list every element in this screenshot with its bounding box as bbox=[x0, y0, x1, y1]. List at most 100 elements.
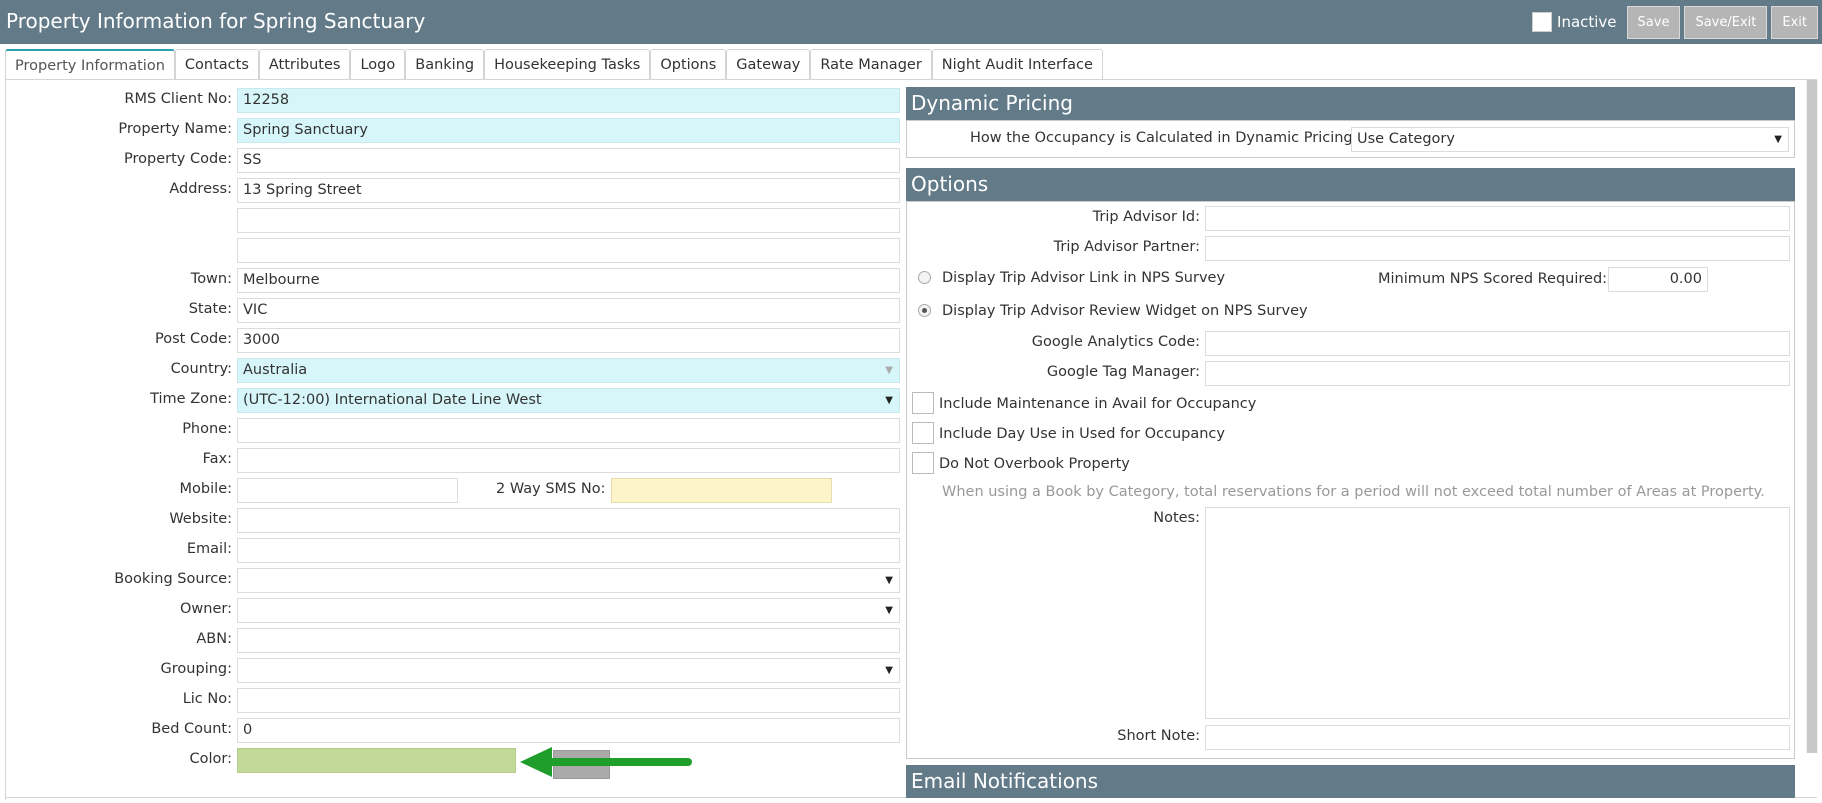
country-select[interactable]: Australia ▼ bbox=[237, 358, 900, 383]
content-frame-left bbox=[5, 80, 6, 800]
time-zone-select[interactable]: (UTC-12:00) International Date Line West… bbox=[237, 388, 900, 413]
tab-banking[interactable]: Banking bbox=[405, 49, 485, 80]
tab-night-audit-interface[interactable]: Night Audit Interface bbox=[931, 49, 1103, 80]
post-code-label: Post Code: bbox=[155, 331, 232, 347]
country-label: Country: bbox=[170, 361, 232, 377]
save-exit-button[interactable]: Save/Exit bbox=[1684, 5, 1768, 39]
include-maintenance-checkbox[interactable] bbox=[912, 392, 934, 414]
phone-field[interactable] bbox=[237, 418, 900, 443]
tab-bar: Property Information Contacts Attributes… bbox=[5, 49, 1103, 80]
trip-advisor-link-radio[interactable] bbox=[918, 271, 931, 284]
chevron-down-icon: ▼ bbox=[1774, 134, 1782, 145]
include-day-use-checkbox[interactable] bbox=[912, 422, 934, 444]
tab-gateway[interactable]: Gateway bbox=[726, 49, 811, 80]
include-maintenance-label: Include Maintenance in Avail for Occupan… bbox=[939, 396, 1257, 412]
google-analytics-field[interactable] bbox=[1205, 331, 1790, 356]
rms-client-no-label: RMS Client No: bbox=[124, 91, 232, 107]
country-value: Australia bbox=[243, 362, 308, 378]
do-not-overbook-checkbox[interactable] bbox=[912, 452, 934, 474]
tab-housekeeping-tasks[interactable]: Housekeeping Tasks bbox=[484, 49, 651, 80]
address-line3-field[interactable] bbox=[237, 238, 900, 263]
time-zone-value: (UTC-12:00) International Date Line West bbox=[243, 392, 542, 408]
property-code-label: Property Code: bbox=[124, 151, 232, 167]
overbook-help-text: When using a Book by Category, total res… bbox=[942, 484, 1765, 500]
occupancy-calculation-label: How the Occupancy is Calculated in Dynam… bbox=[970, 130, 1358, 146]
booking-source-select[interactable]: ▼ bbox=[237, 568, 900, 593]
window-title: Property Information for Spring Sanctuar… bbox=[6, 9, 426, 33]
chevron-down-icon: ▼ bbox=[885, 575, 893, 586]
tab-attributes[interactable]: Attributes bbox=[258, 49, 351, 80]
town-field[interactable]: Melbourne bbox=[237, 268, 900, 293]
dynamic-pricing-header: Dynamic Pricing bbox=[906, 87, 1795, 120]
bed-count-label: Bed Count: bbox=[151, 721, 232, 737]
property-name-field[interactable]: Spring Sanctuary bbox=[237, 118, 900, 143]
short-note-label: Short Note: bbox=[1117, 728, 1200, 744]
options-header: Options bbox=[906, 168, 1795, 201]
tab-property-information[interactable]: Property Information bbox=[5, 49, 175, 80]
bed-count-field[interactable]: 0 bbox=[237, 718, 900, 743]
grouping-select[interactable]: ▼ bbox=[237, 658, 900, 683]
trip-advisor-widget-label: Display Trip Advisor Review Widget on NP… bbox=[942, 303, 1308, 319]
trip-advisor-widget-radio[interactable] bbox=[918, 304, 931, 317]
grouping-label: Grouping: bbox=[160, 661, 232, 677]
fax-label: Fax: bbox=[202, 451, 232, 467]
tab-logo[interactable]: Logo bbox=[350, 49, 406, 80]
notes-label: Notes: bbox=[1153, 510, 1200, 526]
min-nps-field[interactable]: 0.00 bbox=[1608, 267, 1708, 292]
property-code-field[interactable]: SS bbox=[237, 148, 900, 173]
tab-options[interactable]: Options bbox=[650, 49, 727, 80]
toolbar: Inactive Save Save/Exit Exit bbox=[1532, 5, 1818, 39]
town-label: Town: bbox=[190, 271, 232, 287]
inactive-checkbox[interactable] bbox=[1532, 12, 1553, 32]
mobile-field[interactable] bbox=[237, 478, 458, 503]
state-field[interactable]: VIC bbox=[237, 298, 900, 323]
save-button[interactable]: Save bbox=[1626, 5, 1681, 39]
tab-rate-manager[interactable]: Rate Manager bbox=[810, 49, 932, 80]
min-nps-label: Minimum NPS Scored Required: bbox=[1378, 271, 1608, 287]
scrollbar-thumb[interactable] bbox=[1807, 80, 1817, 753]
rms-client-no-field[interactable]: 12258 bbox=[237, 88, 900, 113]
post-code-field[interactable]: 3000 bbox=[237, 328, 900, 353]
google-tag-manager-field[interactable] bbox=[1205, 361, 1790, 386]
chevron-down-icon: ▼ bbox=[885, 395, 893, 406]
include-day-use-label: Include Day Use in Used for Occupancy bbox=[939, 426, 1225, 442]
chevron-down-icon: ▼ bbox=[885, 605, 893, 616]
lic-no-field[interactable] bbox=[237, 688, 900, 713]
address-line2-field[interactable] bbox=[237, 208, 900, 233]
tab-divider bbox=[5, 79, 1817, 80]
trip-advisor-id-label: Trip Advisor Id: bbox=[1092, 209, 1200, 225]
inactive-label: Inactive bbox=[1557, 13, 1617, 31]
property-name-label: Property Name: bbox=[118, 121, 232, 137]
website-label: Website: bbox=[169, 511, 232, 527]
google-tag-manager-label: Google Tag Manager: bbox=[1046, 364, 1200, 380]
trip-advisor-partner-label: Trip Advisor Partner: bbox=[1053, 239, 1200, 255]
short-note-field[interactable] bbox=[1205, 725, 1790, 750]
owner-label: Owner: bbox=[180, 601, 232, 617]
color-label: Color: bbox=[189, 751, 233, 767]
email-field[interactable] bbox=[237, 538, 900, 563]
arrow-pointer-icon bbox=[520, 747, 692, 777]
exit-button[interactable]: Exit bbox=[1771, 5, 1818, 39]
google-analytics-label: Google Analytics Code: bbox=[1031, 334, 1200, 350]
notes-textarea[interactable] bbox=[1205, 507, 1790, 719]
two-way-sms-field[interactable] bbox=[611, 478, 832, 503]
phone-label: Phone: bbox=[182, 421, 232, 437]
address-line1-field[interactable]: 13 Spring Street bbox=[237, 178, 900, 203]
trip-advisor-partner-field[interactable] bbox=[1205, 236, 1790, 261]
abn-field[interactable] bbox=[237, 628, 900, 653]
tab-contacts[interactable]: Contacts bbox=[174, 49, 259, 80]
lic-no-label: Lic No: bbox=[182, 691, 232, 707]
booking-source-label: Booking Source: bbox=[114, 571, 232, 587]
time-zone-label: Time Zone: bbox=[150, 391, 232, 407]
scrollbar[interactable] bbox=[1806, 80, 1818, 753]
fax-field[interactable] bbox=[237, 448, 900, 473]
trip-advisor-id-field[interactable] bbox=[1205, 206, 1790, 231]
mobile-label: Mobile: bbox=[179, 481, 232, 497]
abn-label: ABN: bbox=[196, 631, 232, 647]
website-field[interactable] bbox=[237, 508, 900, 533]
color-picker-field[interactable] bbox=[237, 748, 516, 773]
title-bar: Property Information for Spring Sanctuar… bbox=[0, 0, 1822, 44]
owner-select[interactable]: ▼ bbox=[237, 598, 900, 623]
occupancy-calculation-value: Use Category bbox=[1357, 131, 1455, 147]
occupancy-calculation-select[interactable]: Use Category ▼ bbox=[1351, 127, 1789, 152]
